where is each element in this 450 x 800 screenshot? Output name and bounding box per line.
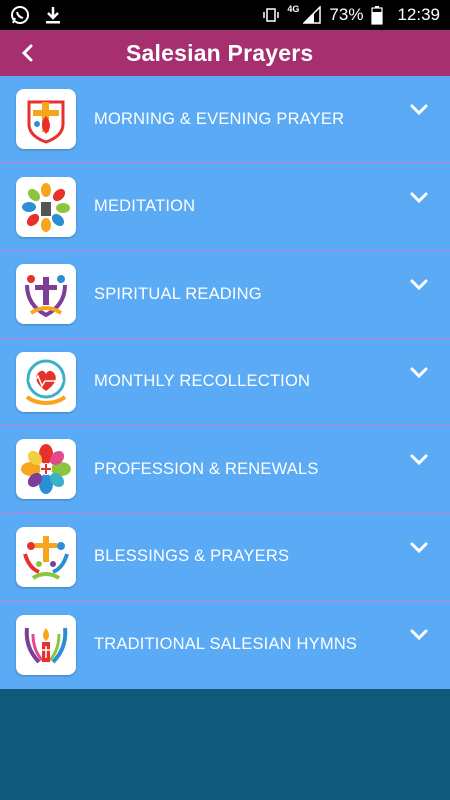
hands-circle-icon bbox=[16, 176, 76, 237]
app-bar: Salesian Prayers bbox=[0, 30, 450, 76]
item-label: TRADITIONAL SALESIAN HYMNS bbox=[94, 635, 358, 654]
chevron-down-icon bbox=[410, 454, 428, 466]
cross-family-icon bbox=[16, 526, 76, 587]
chevron-down-icon bbox=[410, 279, 428, 291]
download-icon bbox=[44, 5, 62, 25]
item-label: SPIRITUAL READING bbox=[94, 284, 262, 303]
network-type: 4G bbox=[287, 4, 300, 14]
list-item[interactable]: MORNING & EVENING PRAYER bbox=[0, 76, 450, 164]
item-label: MEDITATION bbox=[94, 197, 196, 216]
cross-flame-icon bbox=[16, 89, 76, 150]
list-item[interactable]: TRADITIONAL SALESIAN HYMNS bbox=[0, 601, 450, 689]
prayer-category-list: MORNING & EVENING PRAYER MEDITATION SPIR… bbox=[0, 76, 450, 689]
item-label: MONTHLY RECOLLECTION bbox=[94, 372, 311, 391]
item-label: BLESSINGS & PRAYERS bbox=[94, 547, 290, 566]
item-label: PROFESSION & RENEWALS bbox=[94, 459, 319, 478]
chevron-down-icon bbox=[410, 192, 428, 203]
candle-hands-icon bbox=[16, 614, 76, 675]
chevron-down-icon bbox=[410, 542, 428, 553]
list-item[interactable]: MONTHLY RECOLLECTION bbox=[0, 339, 450, 426]
page-title: Salesian Prayers bbox=[126, 39, 314, 66]
signal-icon bbox=[303, 6, 322, 24]
chevron-down-icon bbox=[410, 104, 428, 116]
flower-hands-icon bbox=[16, 439, 76, 500]
item-label: MORNING & EVENING PRAYER bbox=[94, 109, 345, 128]
cross-people-icon bbox=[16, 264, 76, 325]
battery-icon bbox=[371, 5, 384, 25]
list-item[interactable]: PROFESSION & RENEWALS bbox=[0, 426, 450, 514]
chevron-down-icon bbox=[410, 629, 428, 641]
heart-hands-icon bbox=[16, 351, 76, 412]
list-item[interactable]: MEDITATION bbox=[0, 164, 450, 251]
battery-percent: 73% bbox=[329, 5, 364, 24]
chevron-left-icon bbox=[21, 44, 33, 62]
list-item[interactable]: SPIRITUAL READING bbox=[0, 251, 450, 339]
whatsapp-icon bbox=[10, 5, 30, 25]
back-button[interactable] bbox=[0, 30, 56, 76]
list-item[interactable]: BLESSINGS & PRAYERS bbox=[0, 514, 450, 601]
empty-background bbox=[0, 689, 450, 800]
status-bar: 4G 73% 12:39 bbox=[0, 0, 450, 30]
chevron-down-icon bbox=[410, 367, 428, 378]
clock: 12:39 bbox=[397, 5, 440, 24]
vibrate-icon bbox=[263, 7, 280, 23]
